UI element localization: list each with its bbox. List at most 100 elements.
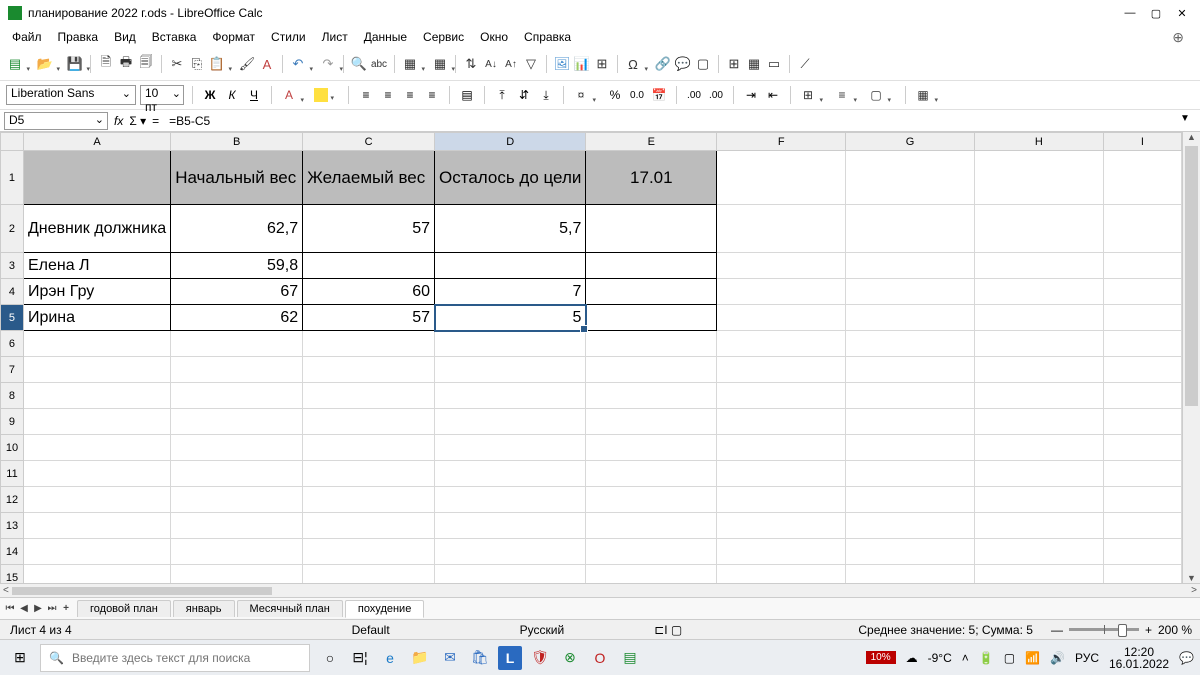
cell[interactable]: 5,7 [435, 205, 586, 253]
horizontal-scrollbar[interactable]: < > [0, 583, 1200, 597]
menu-styles[interactable]: Стили [263, 27, 314, 47]
cell[interactable] [717, 151, 846, 205]
cell[interactable] [171, 409, 303, 435]
cell[interactable] [974, 513, 1103, 539]
cell[interactable] [1103, 357, 1181, 383]
menu-format[interactable]: Формат [204, 27, 263, 47]
redo-icon[interactable]: ↷ [319, 55, 337, 73]
valign-middle-icon[interactable]: ⇵ [515, 86, 533, 104]
cell[interactable] [717, 539, 846, 565]
conditional-format-icon[interactable]: ▦ [914, 86, 932, 104]
save-icon[interactable]: 💾 [66, 55, 84, 73]
cell[interactable] [303, 513, 435, 539]
weather-icon[interactable]: ☁ [906, 651, 918, 665]
cell[interactable] [974, 409, 1103, 435]
cell[interactable] [1103, 279, 1181, 305]
lang-indicator[interactable]: РУС [1075, 651, 1099, 665]
row-header[interactable]: 14 [1, 539, 24, 565]
font-name-select[interactable]: Liberation Sans [6, 85, 136, 105]
cell[interactable] [586, 357, 717, 383]
cell[interactable]: Ирэн Гру [23, 279, 170, 305]
increase-indent-icon[interactable]: ⇥ [742, 86, 760, 104]
cell[interactable] [23, 435, 170, 461]
mcafee-icon[interactable]: 🛡 [528, 646, 552, 670]
menu-file[interactable]: Файл [4, 27, 50, 47]
cell[interactable]: Желаемый вес [303, 151, 435, 205]
add-decimal-icon[interactable]: .00 [685, 86, 703, 104]
cell[interactable] [717, 383, 846, 409]
cell[interactable] [435, 487, 586, 513]
valign-top-icon[interactable]: ⤒ [493, 86, 511, 104]
cell[interactable] [435, 461, 586, 487]
battery-status[interactable]: 10% [866, 651, 896, 664]
cell[interactable] [586, 383, 717, 409]
cell[interactable]: 62,7 [171, 205, 303, 253]
cell[interactable]: Начальный вес [171, 151, 303, 205]
cell[interactable] [435, 357, 586, 383]
underline-button[interactable]: Ч [245, 86, 263, 104]
sheet-tab[interactable]: годовой план [77, 600, 171, 617]
column-icon[interactable]: ▦ [431, 55, 449, 73]
cell[interactable] [586, 435, 717, 461]
cell[interactable] [1103, 331, 1181, 357]
spellcheck-icon[interactable]: abc [370, 55, 388, 73]
notifications-icon[interactable]: 💬 [1179, 651, 1194, 665]
cell[interactable] [846, 331, 975, 357]
cell[interactable] [717, 305, 846, 331]
cell[interactable] [435, 513, 586, 539]
clock[interactable]: 12:20 16.01.2022 [1109, 646, 1169, 670]
cell[interactable] [171, 513, 303, 539]
cell[interactable] [974, 435, 1103, 461]
cell[interactable] [586, 279, 717, 305]
cell[interactable] [1103, 205, 1181, 253]
image-icon[interactable]: 🖼 [553, 55, 571, 73]
cell[interactable] [846, 513, 975, 539]
cell[interactable] [303, 383, 435, 409]
cell[interactable]: Ирина [23, 305, 170, 331]
cell[interactable] [23, 487, 170, 513]
remove-decimal-icon[interactable]: .00 [707, 86, 725, 104]
cell[interactable] [23, 565, 170, 584]
col-header-g[interactable]: G [846, 133, 975, 151]
sheet-tab[interactable]: Месячный план [237, 600, 343, 617]
cell[interactable] [846, 565, 975, 584]
clone-formatting-icon[interactable]: 🖌 [238, 55, 256, 73]
tab-last-icon[interactable]: ⏭ [46, 603, 58, 614]
cell[interactable] [171, 435, 303, 461]
expand-formula-icon[interactable]: ▼ [1180, 113, 1196, 129]
align-right-icon[interactable]: ≡ [401, 86, 419, 104]
select-all-corner[interactable] [1, 133, 24, 151]
cell[interactable]: Осталось до цели [435, 151, 586, 205]
cell[interactable] [171, 461, 303, 487]
font-size-select[interactable]: 10 пт [140, 85, 184, 105]
status-selection-icon[interactable]: ⊏I ▢ [644, 623, 692, 637]
cell[interactable] [846, 461, 975, 487]
col-header-d[interactable]: D [435, 133, 586, 151]
sheet-tab-active[interactable]: похудение [345, 600, 424, 618]
cell[interactable] [23, 357, 170, 383]
cell[interactable] [1103, 253, 1181, 279]
cell[interactable] [1103, 461, 1181, 487]
menu-data[interactable]: Данные [356, 27, 415, 47]
sort-icon[interactable]: ⇅ [462, 55, 480, 73]
row-header[interactable]: 10 [1, 435, 24, 461]
cell[interactable] [303, 357, 435, 383]
cell[interactable]: 17.01 [586, 151, 717, 205]
xbox-icon[interactable]: ⊗ [558, 646, 582, 670]
sum-icon[interactable]: Σ ▾ [129, 114, 146, 128]
cell[interactable] [974, 151, 1103, 205]
formula-input[interactable] [165, 114, 1180, 128]
print-icon[interactable]: 🖶 [117, 55, 135, 73]
paste-icon[interactable]: 📋 [208, 55, 226, 73]
row-header[interactable]: 11 [1, 461, 24, 487]
cell[interactable] [1103, 435, 1181, 461]
cell[interactable] [846, 409, 975, 435]
cell[interactable] [846, 435, 975, 461]
cell[interactable] [303, 331, 435, 357]
header-footer-icon[interactable]: ▢ [694, 55, 712, 73]
cell[interactable] [435, 539, 586, 565]
row-header[interactable]: 1 [1, 151, 24, 205]
cell[interactable] [846, 205, 975, 253]
tab-next-icon[interactable]: ▶ [32, 603, 44, 614]
decrease-indent-icon[interactable]: ⇤ [764, 86, 782, 104]
